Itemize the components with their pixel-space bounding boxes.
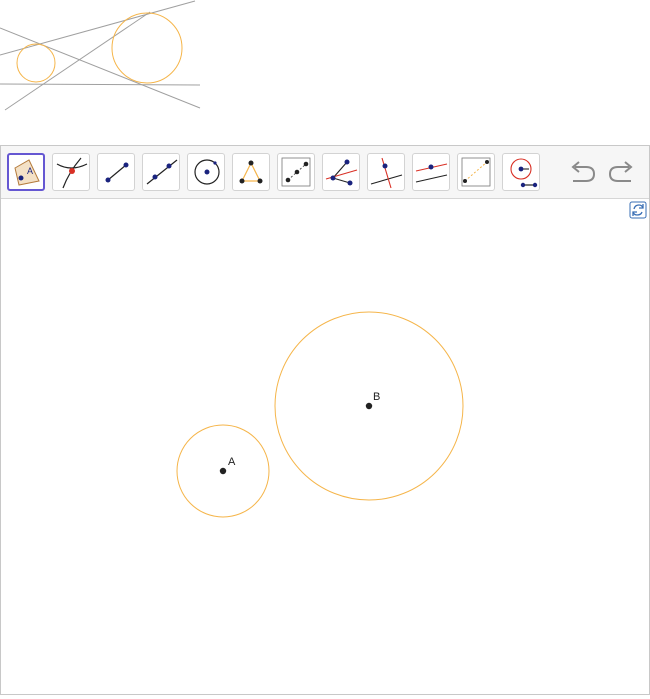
tool-midpoint[interactable] (277, 153, 315, 191)
midpoint-icon (281, 157, 311, 187)
perpendicular-line-icon (370, 157, 403, 189)
toolbar: A (1, 146, 649, 199)
tool-angle-bisector[interactable] (322, 153, 360, 191)
undo-button[interactable] (567, 158, 597, 186)
refresh-icon (629, 201, 647, 219)
tool-segment[interactable] (97, 153, 135, 191)
tool-move[interactable]: A (7, 153, 45, 191)
tool-polygon[interactable] (232, 153, 270, 191)
angle-bisector-icon (325, 159, 358, 186)
intersect-point-icon (56, 157, 88, 189)
graphics-view[interactable]: A B (1, 199, 649, 694)
preview-line (0, 27, 201, 109)
line-icon (146, 159, 178, 185)
refresh-button[interactable] (629, 201, 647, 219)
segment-icon (105, 162, 129, 183)
tool-parallel[interactable] (412, 153, 450, 191)
tool-perpendicular[interactable] (367, 153, 405, 191)
construction-canvas: A B (176, 311, 464, 518)
move-polygon-icon: A (14, 159, 40, 186)
point-a[interactable] (219, 467, 227, 475)
parallel-line-icon (415, 163, 448, 183)
preview-line (4, 11, 151, 111)
redo-icon (608, 161, 633, 182)
circle-center-icon (194, 159, 220, 185)
tool-circle[interactable] (187, 153, 225, 191)
tool-reflect[interactable] (457, 153, 495, 191)
reflect-icon (461, 157, 491, 187)
point-a-label: A (228, 456, 236, 468)
tool-line[interactable] (142, 153, 180, 191)
construction-preview (0, 0, 210, 115)
tool-compass[interactable] (502, 153, 540, 191)
triangle-icon (239, 160, 263, 184)
tool-point[interactable] (52, 153, 90, 191)
preview-line (0, 83, 201, 86)
point-b[interactable] (365, 402, 373, 410)
undo-icon (571, 161, 596, 182)
point-b-label: B (373, 391, 380, 403)
geometry-applet: A A B (0, 145, 650, 695)
compass-icon (510, 158, 538, 188)
redo-button[interactable] (607, 158, 637, 186)
preview-circle (111, 12, 183, 84)
preview-drawing (0, 0, 201, 111)
preview-circle (16, 43, 56, 83)
svg-text:A: A (27, 166, 33, 176)
